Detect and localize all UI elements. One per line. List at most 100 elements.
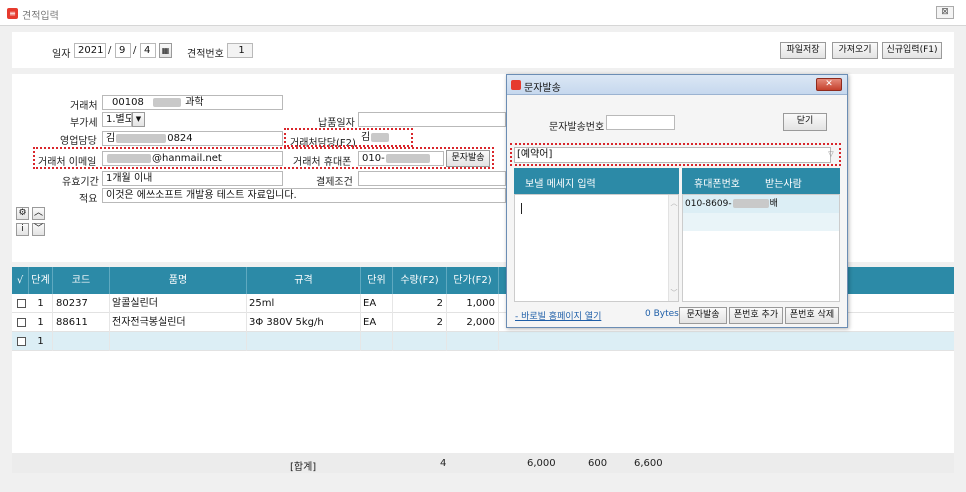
vat-label: 부가세 bbox=[70, 118, 98, 129]
byte-count: 0 Bytes bbox=[645, 309, 679, 319]
memo-field[interactable]: 이것은 에쓰소프트 개발용 테스트 자료입니다. bbox=[102, 188, 506, 203]
email-phone-highlight bbox=[33, 147, 494, 169]
row-qty: 2 bbox=[393, 294, 447, 313]
validity-field[interactable]: 1개월 이내 bbox=[102, 171, 283, 186]
chevron-up-icon[interactable]: ︿ bbox=[32, 207, 45, 220]
new-entry-button[interactable]: 신규입력(F1) bbox=[882, 42, 942, 59]
app-icon bbox=[511, 80, 521, 90]
chevron-down-small-icon[interactable]: ﹀ bbox=[32, 223, 45, 236]
recipients-header: 휴대폰번호 받는사람 bbox=[682, 168, 840, 194]
info-icon[interactable]: i bbox=[16, 223, 29, 236]
row-qty: 2 bbox=[393, 313, 447, 332]
grid-header-qty[interactable]: 수량(F2) bbox=[393, 267, 447, 294]
row-price bbox=[447, 332, 499, 351]
reserved-highlight bbox=[510, 143, 841, 166]
scroll-up-icon[interactable]: ︿ bbox=[669, 198, 679, 208]
grid-header-price[interactable]: 단가(F2) bbox=[447, 267, 499, 294]
payment-input[interactable] bbox=[358, 171, 506, 186]
sms-no-label: 문자발송번호 bbox=[549, 122, 605, 133]
sms-dialog: 문자발송 ✕ 문자발송번호 닫기 [예약어] ▽ 보낼 메세지 입력 ︿ ﹀ 휴… bbox=[506, 74, 848, 328]
row-checkbox[interactable] bbox=[17, 337, 26, 346]
add-phone-button[interactable]: 폰번호 추가 bbox=[729, 307, 783, 324]
row-unit bbox=[361, 332, 393, 351]
grid-header-spec[interactable]: 규격 bbox=[247, 267, 361, 294]
sales-rep-prefix: 김 bbox=[106, 133, 116, 144]
contact-highlight bbox=[284, 128, 413, 147]
delivery-input[interactable] bbox=[358, 112, 506, 127]
scroll-down-icon[interactable]: ﹀ bbox=[669, 288, 679, 298]
totals-bar: [합계] 4 6,000 600 6,600 bbox=[12, 453, 954, 473]
row-spec bbox=[247, 332, 361, 351]
grid-header-step[interactable]: 단계 bbox=[29, 267, 53, 294]
redacted-text bbox=[732, 199, 769, 208]
client-field[interactable]: 00108 과학 bbox=[102, 95, 283, 110]
message-header: 보낼 메세지 입력 bbox=[514, 168, 679, 194]
header-panel: 일자 2021 / 9 / 4 ▦ 견적번호 1 파일저장 가져오기 신규입력(… bbox=[12, 32, 954, 68]
sales-rep-label: 영업담당 bbox=[60, 136, 97, 147]
row-unit: EA bbox=[361, 294, 393, 313]
payment-label: 결제조건 bbox=[316, 177, 353, 188]
row-step: 1 bbox=[29, 332, 53, 351]
row-unit: EA bbox=[361, 313, 393, 332]
grid-header-code[interactable]: 코드 bbox=[53, 267, 110, 294]
message-textarea[interactable]: ︿ ﹀ bbox=[514, 194, 679, 302]
delivery-label: 납품일자 bbox=[318, 118, 355, 129]
window-close-button[interactable]: ⊠ bbox=[936, 6, 954, 19]
window-titlebar: ≡ 견적입력 ⊠ bbox=[0, 0, 966, 26]
memo-label: 적요 bbox=[79, 194, 98, 205]
year-input[interactable]: 2021 bbox=[74, 43, 106, 58]
row-checkbox[interactable] bbox=[17, 318, 26, 327]
day-input[interactable]: 4 bbox=[140, 43, 156, 58]
redacted-text bbox=[153, 97, 181, 107]
scrollbar[interactable]: ︿ ﹀ bbox=[668, 195, 678, 301]
window-title: 견적입력 bbox=[22, 11, 59, 22]
client-name: 과학 bbox=[185, 97, 204, 108]
recipient-col-label[interactable]: 받는사람 bbox=[765, 175, 802, 190]
total-label: [합계] bbox=[290, 462, 317, 473]
dialog-close-button[interactable]: 닫기 bbox=[783, 113, 827, 131]
chevron-down-icon[interactable]: ▼ bbox=[132, 112, 145, 127]
total-amount: 6,000 bbox=[527, 458, 556, 469]
file-save-button[interactable]: 파일저장 bbox=[780, 42, 826, 59]
grid-header-unit[interactable]: 단위 bbox=[361, 267, 393, 294]
homepage-link[interactable]: - 바로빌 홈페이지 열기 bbox=[515, 309, 601, 322]
calendar-icon[interactable]: ▦ bbox=[159, 43, 172, 58]
row-name bbox=[110, 332, 247, 351]
grid-header-name[interactable]: 품명 bbox=[110, 267, 247, 294]
validity-label: 유효기간 bbox=[62, 177, 99, 188]
row-qty bbox=[393, 332, 447, 351]
message-header-label: 보낼 메세지 입력 bbox=[525, 179, 596, 190]
grid-header-check[interactable]: √ bbox=[12, 267, 29, 294]
list-item-empty[interactable] bbox=[683, 213, 839, 231]
table-row-new[interactable]: 1 bbox=[12, 332, 954, 351]
close-icon[interactable]: ✕ bbox=[816, 78, 842, 91]
row-code: 80237 bbox=[53, 294, 110, 313]
recipient-phone: 010-8609- bbox=[685, 199, 732, 209]
redacted-text bbox=[116, 133, 167, 143]
row-price: 1,000 bbox=[447, 294, 499, 313]
app-icon: ≡ bbox=[7, 8, 18, 19]
row-code bbox=[53, 332, 110, 351]
date-sep-1: / bbox=[108, 45, 112, 56]
row-spec: 25ml bbox=[247, 294, 361, 313]
row-checkbox[interactable] bbox=[17, 299, 26, 308]
import-button[interactable]: 가져오기 bbox=[832, 42, 878, 59]
gear-icon[interactable]: ⚙ bbox=[16, 207, 29, 220]
sales-rep-field[interactable]: 김 0824 bbox=[102, 131, 283, 146]
total-vat: 600 bbox=[588, 458, 608, 469]
row-price: 2,000 bbox=[447, 313, 499, 332]
row-code: 88611 bbox=[53, 313, 110, 332]
list-item[interactable]: 010-8609- 배 bbox=[683, 195, 839, 213]
quote-no-field: 1 bbox=[227, 43, 253, 58]
sms-dialog-title: 문자발송 bbox=[524, 83, 561, 94]
recipients-list: 010-8609- 배 bbox=[682, 194, 840, 302]
delete-phone-button[interactable]: 폰번호 삭제 bbox=[785, 307, 839, 324]
month-input[interactable]: 9 bbox=[115, 43, 131, 58]
row-name: 알콜실린더 bbox=[110, 294, 247, 313]
text-cursor bbox=[521, 203, 522, 214]
sms-send-dialog-button[interactable]: 문자발송 bbox=[679, 307, 727, 324]
client-label: 거래처 bbox=[70, 101, 98, 112]
vat-select[interactable]: 1.별도 bbox=[102, 112, 132, 127]
phone-col-label[interactable]: 휴대폰번호 bbox=[694, 175, 740, 190]
sms-no-input[interactable] bbox=[606, 115, 675, 130]
